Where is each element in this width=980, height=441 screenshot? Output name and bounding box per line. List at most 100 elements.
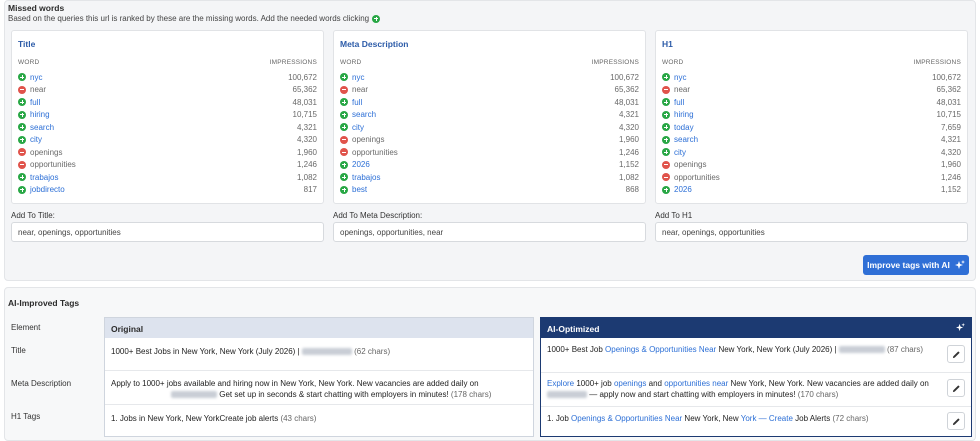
keyword-row: today 7,659 (662, 121, 961, 134)
add-keyword-icon[interactable] (340, 73, 348, 82)
keyword-impressions: 4,320 (618, 122, 639, 132)
card-title: Title (18, 39, 36, 49)
add-keyword-icon[interactable] (340, 173, 348, 182)
original-h1-chars: (43 chars) (280, 414, 317, 423)
redacted-brand (171, 391, 217, 399)
opt-h1-b: Openings & Opportunities Near (571, 414, 683, 423)
remove-keyword-icon[interactable] (340, 85, 348, 94)
keyword-impressions: 1,246 (940, 172, 961, 182)
remove-keyword-icon[interactable] (18, 85, 26, 94)
missed-words-subtitle-text: Based on the queries this url is ranked … (8, 14, 370, 23)
optimized-meta-chars: (170 chars) (797, 390, 839, 399)
impressions-column-header: IMPRESSIONS (591, 59, 639, 66)
original-meta-text-2: Get set up in seconds & start chatting w… (219, 390, 449, 399)
remove-keyword-icon[interactable] (18, 148, 26, 157)
keyword-row: opportunities 1,246 (662, 171, 961, 184)
redacted-brand (838, 346, 885, 354)
opt-meta-b: 1000+ job (574, 379, 614, 388)
row-divider (105, 404, 533, 405)
add-circle-icon (372, 14, 381, 23)
add-keyword-icon[interactable] (18, 110, 26, 119)
original-title-chars: (62 chars) (354, 347, 391, 356)
remove-keyword-icon[interactable] (662, 173, 670, 182)
keyword-word: nyc (352, 72, 365, 82)
impressions-column-header: IMPRESSIONS (269, 59, 317, 66)
edit-meta-button[interactable] (947, 379, 965, 397)
add-keyword-icon[interactable] (18, 185, 26, 194)
keyword-row: near 65,362 (340, 84, 639, 97)
add-keyword-icon[interactable] (340, 110, 348, 119)
improve-tags-button[interactable]: Improve tags with AI (863, 255, 969, 275)
keyword-word: opportunities (674, 172, 720, 182)
add-keyword-icon[interactable] (18, 135, 26, 144)
add-keyword-icon[interactable] (18, 173, 26, 182)
keyword-row: opportunities 1,246 (340, 146, 639, 159)
add-keyword-icon[interactable] (18, 98, 26, 107)
h1-keywords-card: H1 WORD IMPRESSIONS nyc 100,672 near 65,362… (655, 30, 968, 204)
original-meta-cell: Apply to 1000+ jobs available and hiring… (111, 378, 527, 400)
card-title: H1 (662, 39, 673, 49)
keyword-row: city 4,320 (18, 134, 317, 147)
opt-meta-a: Explore (547, 379, 575, 388)
keyword-row: near 65,362 (18, 84, 317, 97)
keyword-word: nyc (674, 72, 687, 82)
edit-h1-button[interactable] (947, 412, 965, 430)
keyword-word: 2026 (352, 160, 370, 170)
add-to-title-input[interactable]: near, openings, opportunities (11, 222, 324, 242)
keyword-word: 2026 (674, 185, 692, 195)
add-keyword-icon[interactable] (662, 110, 670, 119)
keyword-row: trabajos 1,082 (18, 171, 317, 184)
opt-title-c: New York, New York (July 2026) | (716, 345, 837, 354)
opt-title-a: 1000+ Best Job (547, 345, 606, 354)
add-to-meta-label: Add To Meta Description: (333, 211, 423, 220)
original-title-text: 1000+ Best Jobs in New York, New York (J… (111, 347, 300, 356)
remove-keyword-icon[interactable] (662, 85, 670, 94)
add-keyword-icon[interactable] (18, 123, 26, 132)
keyword-word: today (674, 122, 694, 132)
add-keyword-icon[interactable] (18, 73, 26, 82)
keyword-impressions: 4,320 (296, 135, 317, 145)
optimized-column: AI-Optimized 1000+ Best Job Openings & O… (540, 317, 972, 437)
row-divider (105, 370, 533, 371)
add-keyword-icon[interactable] (340, 185, 348, 194)
row-divider (541, 406, 971, 407)
remove-keyword-icon[interactable] (340, 135, 348, 144)
opt-meta-h: — apply now and start chatting with empl… (587, 390, 796, 399)
add-keyword-icon[interactable] (662, 73, 670, 82)
word-column-header: WORD (18, 59, 40, 66)
keyword-impressions: 1,152 (940, 185, 961, 195)
keyword-row: search 4,321 (662, 134, 961, 147)
add-keyword-icon[interactable] (340, 98, 348, 107)
keyword-word: search (674, 135, 699, 145)
keyword-word: city (30, 135, 42, 145)
add-keyword-icon[interactable] (662, 148, 670, 157)
remove-keyword-icon[interactable] (340, 148, 348, 157)
keyword-row: jobdirecto 817 (18, 184, 317, 197)
keyword-row: search 4,321 (18, 121, 317, 134)
keyword-impressions: 65,362 (292, 85, 317, 95)
edit-title-button[interactable] (947, 345, 965, 363)
keyword-impressions: 1,152 (618, 160, 639, 170)
add-keyword-icon[interactable] (662, 135, 670, 144)
add-keyword-icon[interactable] (662, 185, 670, 194)
keyword-impressions: 1,082 (296, 172, 317, 182)
remove-keyword-icon[interactable] (662, 160, 670, 169)
optimized-meta-cell: Explore 1000+ job openings and opportuni… (547, 378, 941, 400)
keyword-word: full (30, 97, 41, 107)
add-keyword-icon[interactable] (340, 123, 348, 132)
add-to-meta-input[interactable]: openings, opportunities, near (333, 222, 646, 242)
keyword-word: trabajos (30, 172, 59, 182)
keyword-word: nyc (30, 72, 43, 82)
keyword-row: full 48,031 (18, 96, 317, 109)
keyword-row: trabajos 1,082 (340, 171, 639, 184)
keyword-word: search (30, 122, 55, 132)
add-keyword-icon[interactable] (662, 98, 670, 107)
add-to-h1-input[interactable]: near, openings, opportunities (655, 222, 968, 242)
add-keyword-icon[interactable] (662, 123, 670, 132)
keyword-row: 2026 1,152 (662, 184, 961, 197)
keyword-word: search (352, 110, 377, 120)
remove-keyword-icon[interactable] (18, 160, 26, 169)
keyword-row: openings 1,960 (662, 159, 961, 172)
add-keyword-icon[interactable] (340, 160, 348, 169)
missed-words-subtitle: Based on the queries this url is ranked … (8, 14, 381, 23)
